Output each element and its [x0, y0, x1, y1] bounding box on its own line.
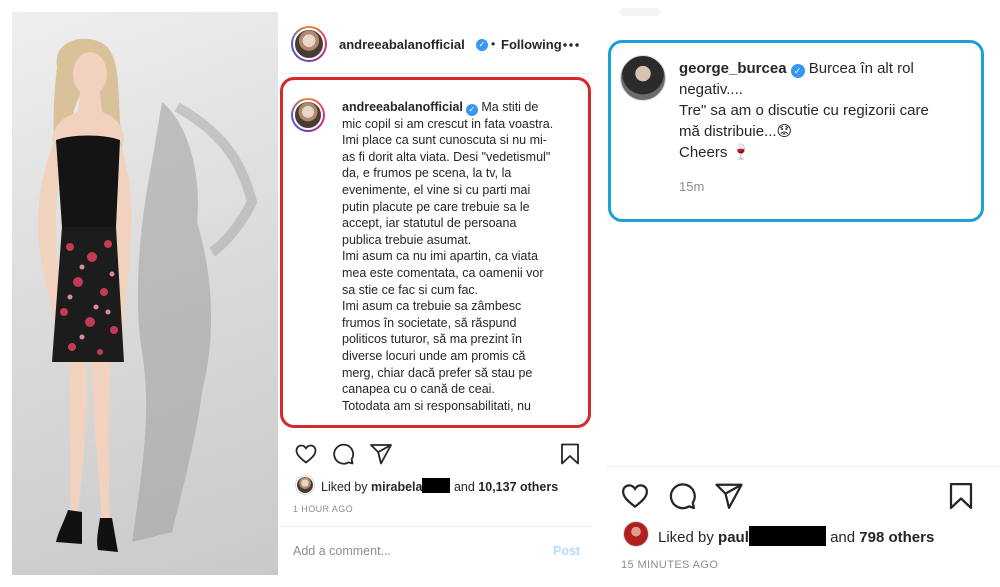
- liked-by-user[interactable]: mirabela: [371, 480, 422, 494]
- share-icon[interactable]: [369, 442, 393, 466]
- post-header: andreeabalanofficial ✓ • Following: [279, 12, 592, 74]
- post-username[interactable]: andreeabalanofficial: [339, 37, 465, 52]
- redaction-bar: [748, 526, 826, 546]
- liked-by-text: Liked by paul and 798 others: [658, 526, 934, 546]
- red-highlight-box: [280, 77, 591, 428]
- bookmark-icon[interactable]: [946, 481, 976, 511]
- liked-count[interactable]: 10,137 others: [478, 480, 558, 494]
- redaction-bar: [422, 478, 451, 493]
- liked-count[interactable]: 798 others: [859, 529, 934, 546]
- following-button[interactable]: Following: [501, 37, 562, 52]
- bookmark-icon[interactable]: [558, 442, 582, 466]
- liked-by-text: Liked by mirabela and 10,137 others: [321, 478, 559, 494]
- comment-input[interactable]: Add a comment...: [293, 544, 391, 558]
- more-horizontal-icon[interactable]: [563, 42, 579, 48]
- comment-icon[interactable]: [667, 481, 697, 511]
- comment-icon[interactable]: [331, 442, 355, 466]
- separator: •: [491, 37, 496, 51]
- post-time[interactable]: 15 MINUTES AGO: [621, 559, 718, 571]
- comment-bar: Add a comment... Post: [279, 526, 592, 575]
- post-time[interactable]: 1 HOUR AGO: [293, 504, 353, 514]
- post-photo[interactable]: [12, 12, 278, 575]
- avatar[interactable]: [291, 26, 327, 62]
- blue-highlight-box: [608, 40, 984, 222]
- verified-badge-icon: ✓: [476, 39, 488, 51]
- heart-icon[interactable]: [294, 442, 318, 466]
- liker-avatar[interactable]: [295, 475, 315, 495]
- share-icon[interactable]: [714, 481, 744, 511]
- divider: [606, 466, 1000, 467]
- post-button[interactable]: Post: [553, 544, 580, 558]
- faded-header-bar: [620, 8, 660, 16]
- liked-by-user[interactable]: paul: [718, 529, 749, 546]
- heart-icon[interactable]: [620, 481, 650, 511]
- liker-avatar[interactable]: [623, 521, 649, 547]
